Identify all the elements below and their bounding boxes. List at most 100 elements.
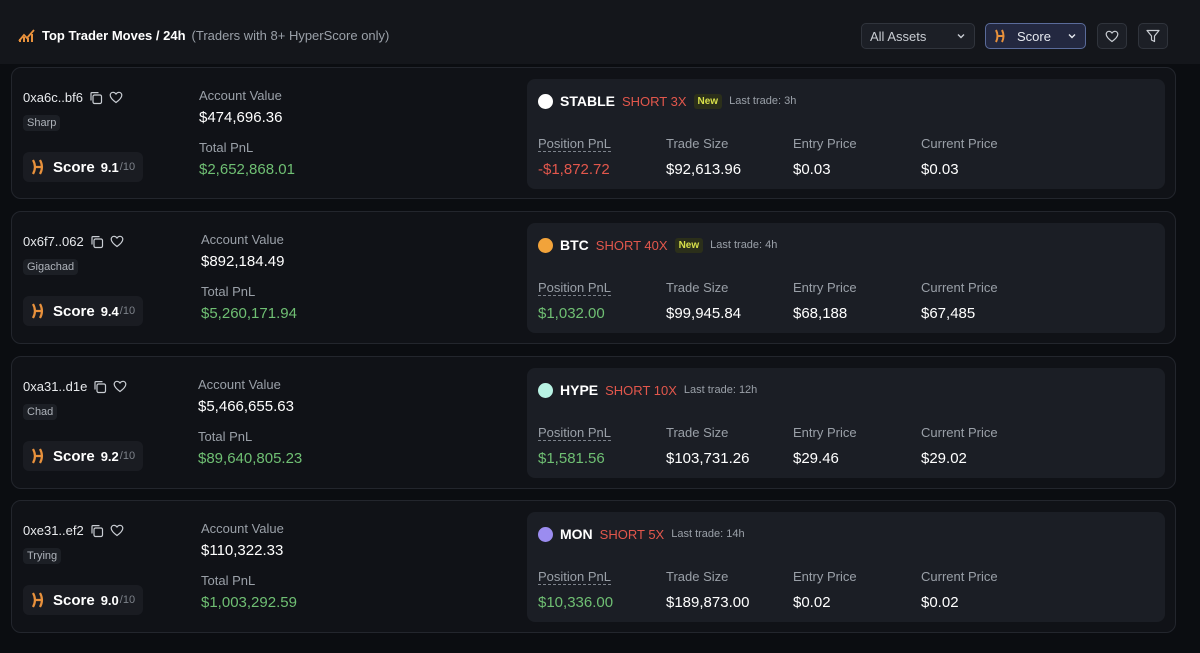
account-value: $474,696.36 [199,109,283,126]
position-panel[interactable]: BTC SHORT 40X New Last trade: 4h Positio… [527,223,1165,333]
trade-size-metric: Trade Size $99,945.84 [666,279,741,322]
account-summary: Account Value $110,322.33 Total PnL $1,0… [201,521,297,611]
coin-icon [538,382,553,398]
total-pnl-value: $2,652,868.01 [199,161,295,178]
trader-address: 0xa6c..bf6 [23,90,83,105]
trader-address: 0xa31..d1e [23,379,88,394]
position-side: SHORT 40X [595,237,668,253]
position-pnl-label[interactable]: Position PnL [538,425,611,441]
trade-size-label: Trade Size [666,280,729,295]
trader-tag: Gigachad [23,259,79,275]
position-pnl-value: $10,336.00 [538,594,614,611]
trader-address-row: 0xa31..d1e [23,379,127,394]
total-pnl-value: $89,640,805.23 [198,450,303,467]
hyperscore-logo-icon [995,29,1005,43]
heart-icon [1105,30,1119,42]
current-price-value: $29.02 [921,450,967,467]
last-trade: Last trade: 3h [729,95,797,107]
trader-address: 0x6f7..062 [23,234,84,249]
position-panel[interactable]: MON SHORT 5X Last trade: 14h Position Pn… [527,512,1165,622]
score-max: /10 [119,161,136,173]
new-badge: New [674,237,704,253]
trader-address-row: 0xa6c..bf6 [23,90,123,105]
trader-card[interactable]: 0x6f7..062 Gigachad Score 9.4 /10 Accoun… [11,211,1176,344]
trader-address: 0xe31..ef2 [23,523,84,538]
position-pnl-label[interactable]: Position PnL [538,569,611,585]
position-side: SHORT 3X [621,93,687,109]
copy-icon[interactable] [89,91,103,105]
coin-icon [538,237,553,253]
last-trade: Last trade: 14h [671,528,745,540]
current-price-label: Current Price [921,280,998,295]
account-value: $892,184.49 [201,253,285,270]
heart-icon[interactable] [113,380,127,393]
heart-icon[interactable] [109,91,123,104]
sort-select[interactable]: Score [985,23,1086,49]
favorites-button[interactable] [1097,23,1127,49]
entry-price-metric: Entry Price $68,188 [793,279,857,322]
copy-icon[interactable] [90,524,104,538]
asset-symbol: STABLE [560,93,615,109]
total-pnl-value: $5,260,171.94 [201,305,297,322]
trader-card[interactable]: 0xa31..d1e Chad Score 9.2 /10 Account Va… [11,356,1176,489]
chevron-down-icon [1068,34,1076,39]
position-pnl-label[interactable]: Position PnL [538,280,611,296]
account-value-label: Account Value [198,377,281,392]
position-side: SHORT 10X [605,382,677,398]
sort-select-value: Score [1017,28,1051,44]
account-value-label: Account Value [201,232,284,247]
filter-button[interactable] [1138,23,1168,49]
trade-size-metric: Trade Size $189,873.00 [666,568,749,611]
entry-price-metric: Entry Price $0.02 [793,568,857,611]
hyperscore-badge: Score 9.4 /10 [23,296,144,326]
account-summary: Account Value $892,184.49 Total PnL $5,2… [201,232,297,322]
hyperscore-logo-icon [32,159,43,175]
trade-size-value: $92,613.96 [666,161,742,178]
entry-price-value: $0.02 [793,594,831,611]
asset-symbol: MON [560,526,593,542]
last-trade: Last trade: 12h [683,384,758,396]
entry-price-metric: Entry Price $0.03 [793,135,857,178]
account-value-label: Account Value [201,521,284,536]
hyperscore-logo-icon [32,592,43,608]
hyperscore-badge: Score 9.0 /10 [23,585,144,615]
copy-icon[interactable] [93,380,107,394]
score-value: 9.0 [100,592,119,608]
position-pnl-metric: Position PnL $10,336.00 [538,568,613,611]
trader-card[interactable]: 0xe31..ef2 Trying Score 9.0 /10 Account … [11,500,1176,633]
account-summary: Account Value $5,466,655.63 Total PnL $8… [198,377,302,467]
assets-select[interactable]: All Assets [861,23,975,49]
trade-size-value: $99,945.84 [666,305,742,322]
position-panel[interactable]: STABLE SHORT 3X New Last trade: 3h Posit… [527,79,1165,189]
copy-icon[interactable] [90,235,104,249]
entry-price-label: Entry Price [793,425,857,440]
trader-tag: Sharp [23,115,61,131]
position-pnl-label[interactable]: Position PnL [538,136,611,152]
last-trade: Last trade: 4h [710,239,778,251]
total-pnl-label: Total PnL [201,573,256,588]
account-value-label: Account Value [199,88,282,103]
entry-price-value: $68,188 [793,305,848,322]
heart-icon[interactable] [110,524,124,537]
trade-size-label: Trade Size [666,425,729,440]
position-pnl-value: $1,581.56 [538,450,605,467]
score-value: 9.4 [100,303,119,319]
current-price-label: Current Price [921,569,998,584]
trader-card[interactable]: 0xa6c..bf6 Sharp Score 9.1 /10 Account V… [11,67,1176,199]
position-pnl-metric: Position PnL $1,581.56 [538,424,611,467]
current-price-metric: Current Price $0.03 [921,135,998,178]
current-price-value: $67,485 [921,305,976,322]
heart-icon[interactable] [110,235,124,248]
hyperscore-badge: Score 9.1 /10 [23,152,144,182]
asset-symbol: BTC [560,237,589,253]
position-panel[interactable]: HYPE SHORT 10X Last trade: 12h Position … [527,368,1165,478]
position-header: HYPE SHORT 10X Last trade: 12h [538,382,757,398]
page-title: Top Trader Moves / 24h [42,27,186,43]
position-header: MON SHORT 5X Last trade: 14h [538,526,745,542]
current-price-metric: Current Price $67,485 [921,279,998,322]
trade-size-value: $103,731.26 [666,450,750,467]
entry-price-value: $0.03 [793,161,831,178]
total-pnl-value: $1,003,292.59 [201,594,297,611]
trade-size-metric: Trade Size $103,731.26 [666,424,749,467]
trade-size-label: Trade Size [666,569,729,584]
